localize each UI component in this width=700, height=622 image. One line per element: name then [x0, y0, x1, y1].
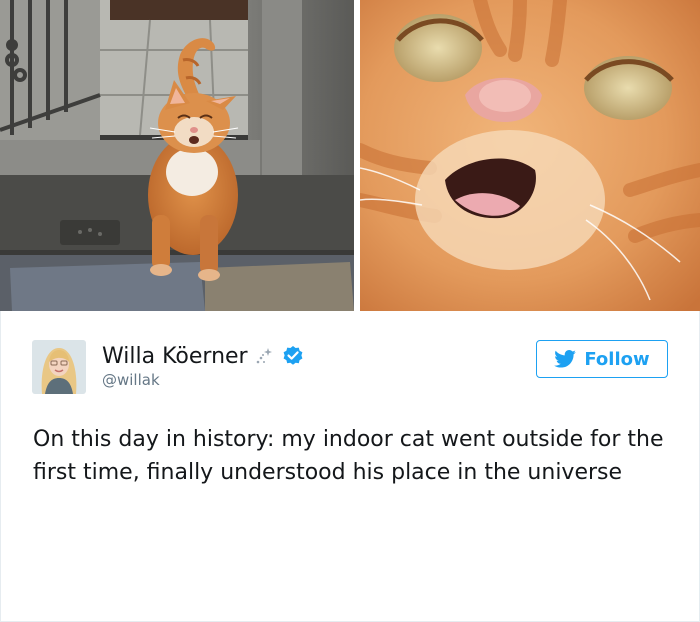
tweet-text: On this day in history: my indoor cat we…	[33, 427, 664, 485]
follow-label: Follow	[584, 348, 650, 370]
avatar[interactable]	[32, 340, 86, 394]
tweet-card: Willa Köerner @willak Follow On this day	[0, 311, 700, 622]
twitter-bird-icon	[554, 350, 577, 368]
sparkle-emoji-icon	[254, 346, 274, 366]
author-name-row: Willa Köerner	[102, 342, 304, 370]
cat-outside-photo	[0, 0, 354, 311]
photo-grid	[0, 0, 700, 311]
verified-badge-icon	[282, 345, 304, 367]
follow-button[interactable]: Follow	[536, 340, 668, 378]
cat-face-closeup-photo	[360, 0, 700, 311]
author-name[interactable]: Willa Köerner	[102, 344, 248, 369]
author-handle[interactable]: @willak	[102, 371, 160, 389]
